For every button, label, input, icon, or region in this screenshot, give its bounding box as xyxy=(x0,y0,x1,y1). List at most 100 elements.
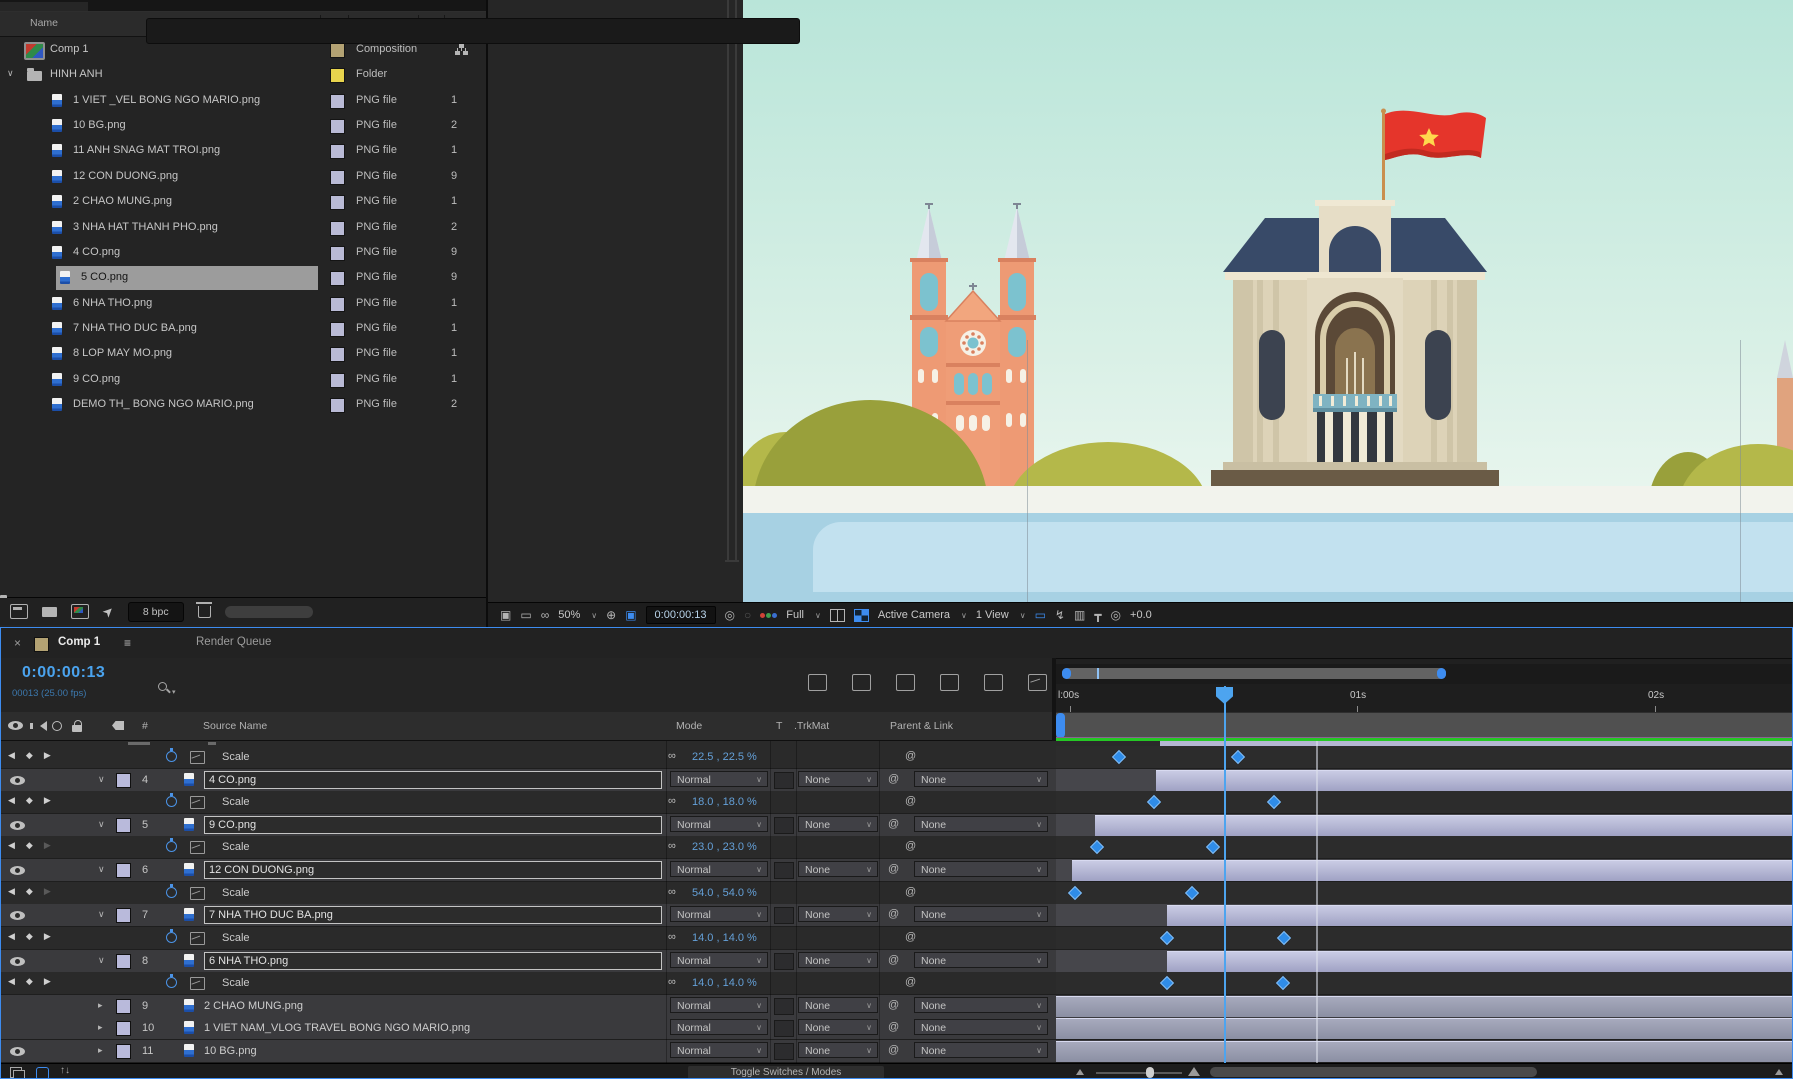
track-area[interactable] xyxy=(1056,791,1793,813)
expand-chevron[interactable]: ∨ xyxy=(98,819,105,830)
graph-icon[interactable] xyxy=(190,932,205,945)
trkmat-dropdown[interactable]: None∨ xyxy=(798,1019,878,1035)
link-icon[interactable]: ∞ xyxy=(668,840,676,852)
trkmat-dropdown[interactable]: None∨ xyxy=(798,952,878,968)
label-swatch[interactable] xyxy=(330,94,345,109)
visibility-toggle[interactable] xyxy=(10,776,25,785)
scroll-end-icon[interactable] xyxy=(1775,1069,1783,1075)
property-label[interactable]: Scale xyxy=(222,932,250,944)
visibility-toggle[interactable] xyxy=(10,1047,25,1056)
project-row[interactable]: 1 VIET _VEL BONG NGO MARIO.pngPNG file1 xyxy=(0,89,486,114)
shared-view-icon[interactable]: ▭ xyxy=(1035,608,1046,622)
region-of-interest-icon[interactable]: ▣ xyxy=(625,608,636,622)
layer-duration-bar[interactable] xyxy=(1156,770,1793,791)
work-area-bar[interactable] xyxy=(1056,712,1793,738)
layer-duration-bar[interactable] xyxy=(1056,1018,1793,1039)
stopwatch-icon[interactable] xyxy=(166,841,177,852)
bit-depth-button[interactable]: 8 bpc xyxy=(128,602,184,622)
project-row[interactable]: DEMO TH_ BONG NGO MARIO.pngPNG file2 xyxy=(0,393,486,418)
label-swatch[interactable] xyxy=(330,246,345,261)
label-swatch[interactable] xyxy=(330,144,345,159)
item-name[interactable]: 7 NHA THO DUC BA.png xyxy=(73,322,197,334)
trkmat-dropdown[interactable]: None∨ xyxy=(798,997,878,1013)
parent-pickwhip-icon[interactable]: @ xyxy=(888,954,899,966)
parent-dropdown[interactable]: None∨ xyxy=(914,952,1048,968)
layer-duration-bar[interactable] xyxy=(1056,996,1793,1017)
project-row[interactable]: 7 NHA THO DUC BA.pngPNG file1 xyxy=(0,317,486,342)
visibility-toggle[interactable] xyxy=(10,957,25,966)
parent-pickwhip-icon[interactable]: @ xyxy=(888,1021,899,1033)
column-trkmat[interactable]: .TrkMat xyxy=(794,720,829,732)
layer-color-swatch[interactable] xyxy=(116,999,131,1014)
viewer-timecode[interactable]: 0:00:00:13 xyxy=(646,606,716,624)
parent-dropdown[interactable]: None∨ xyxy=(914,997,1048,1013)
timeline-panel-icon[interactable]: ▥ xyxy=(1074,608,1085,622)
layer-name[interactable]: 1 VIET NAM_VLOG TRAVEL BONG NGO MARIO.pn… xyxy=(204,1022,656,1034)
trkmat-dropdown[interactable]: None∨ xyxy=(798,771,878,787)
label-swatch[interactable] xyxy=(330,68,345,83)
timeline-navigator-thumb[interactable] xyxy=(1062,668,1446,679)
resolution-dropdown[interactable]: Full xyxy=(786,609,804,621)
zoom-out-mountain-icon[interactable] xyxy=(1076,1069,1084,1075)
reset-exposure-icon[interactable]: ◎ xyxy=(1111,608,1121,622)
item-name[interactable]: 2 CHAO MUNG.png xyxy=(73,195,172,207)
scale-value[interactable]: 22.5 , 22.5 % xyxy=(692,751,757,763)
t-switch[interactable] xyxy=(774,862,794,879)
pickwhip-icon[interactable]: @ xyxy=(905,840,916,852)
item-name[interactable]: 8 LOP MAY MO.png xyxy=(73,347,172,359)
zoom-in-mountain-icon[interactable] xyxy=(1188,1067,1200,1076)
column-mode[interactable]: Mode xyxy=(676,720,702,732)
timeline-layer-row[interactable]: ∨44 CO.pngNormal∨None∨@None∨ xyxy=(0,769,1793,792)
parent-pickwhip-icon[interactable]: @ xyxy=(888,818,899,830)
trkmat-dropdown[interactable]: None∨ xyxy=(798,906,878,922)
layer-color-swatch[interactable] xyxy=(116,863,131,878)
pickwhip-icon[interactable]: @ xyxy=(905,931,916,943)
timeline-property-row[interactable]: ◀◆▶Scale∞23.0 , 23.0 %@ xyxy=(0,836,1793,859)
column-parent-link[interactable]: Parent & Link xyxy=(890,720,953,732)
frame-blending-icon[interactable] xyxy=(940,674,959,691)
blend-mode-dropdown[interactable]: Normal∨ xyxy=(670,816,768,832)
item-name[interactable]: HINH ANH xyxy=(50,68,103,80)
pickwhip-icon[interactable]: @ xyxy=(905,795,916,807)
t-switch[interactable] xyxy=(774,998,794,1015)
expand-chevron[interactable]: ∨ xyxy=(7,68,14,79)
composition-viewer[interactable] xyxy=(743,0,1793,602)
label-swatch[interactable] xyxy=(330,119,345,134)
blend-mode-dropdown[interactable]: Normal∨ xyxy=(670,1019,768,1035)
visibility-toggle[interactable] xyxy=(10,866,25,875)
scale-value[interactable]: 14.0 , 14.0 % xyxy=(692,932,757,944)
visibility-toggle[interactable] xyxy=(10,911,25,920)
lock-column-icon[interactable] xyxy=(72,725,82,732)
pan-target-icon[interactable]: ⊕ xyxy=(606,608,616,622)
pickwhip-icon[interactable]: @ xyxy=(905,886,916,898)
column-source-name[interactable]: Source Name xyxy=(203,720,267,732)
label-column-icon[interactable] xyxy=(112,721,124,730)
shy-layers-icon[interactable] xyxy=(896,674,915,691)
trkmat-dropdown[interactable]: None∨ xyxy=(798,1042,878,1058)
item-name[interactable]: 11 ANH SNAG MAT TROI.png xyxy=(73,144,220,156)
timeline-layer-row[interactable]: ∨86 NHA THO.pngNormal∨None∨@None∨ xyxy=(0,950,1793,973)
keyframe-navigator[interactable]: ◀◆▶ xyxy=(8,750,72,761)
column-name[interactable]: Name xyxy=(30,17,58,29)
blend-mode-dropdown[interactable]: Normal∨ xyxy=(670,771,768,787)
layer-name[interactable]: 6 NHA THO.png xyxy=(204,952,662,970)
layer-name[interactable]: 10 BG.png xyxy=(204,1045,656,1057)
track-area[interactable] xyxy=(1056,836,1793,858)
collapsed-chevron[interactable]: ▸ xyxy=(98,1022,103,1033)
link-icon[interactable]: ∞ xyxy=(668,931,676,943)
timeline-property-row[interactable]: ◀◆▶Scale∞14.0 , 14.0 %@ xyxy=(0,927,1793,950)
scale-value[interactable]: 18.0 , 18.0 % xyxy=(692,796,757,808)
t-switch[interactable] xyxy=(774,817,794,834)
item-name[interactable]: 10 BG.png xyxy=(73,119,126,131)
project-row[interactable]: 8 LOP MAY MO.pngPNG file1 xyxy=(0,342,486,367)
parent-dropdown[interactable]: None∨ xyxy=(914,861,1048,877)
project-row[interactable]: 4 CO.pngPNG file9 xyxy=(0,241,486,266)
label-swatch[interactable] xyxy=(330,195,345,210)
toggle-switches-modes-button[interactable]: Toggle Switches / Modes xyxy=(688,1066,884,1079)
magnification-dropdown[interactable]: 50% xyxy=(558,609,580,621)
project-row[interactable]: 9 CO.pngPNG file1 xyxy=(0,368,486,393)
snapshot-camera-icon[interactable]: ◎ xyxy=(725,608,735,622)
scale-value[interactable]: 14.0 , 14.0 % xyxy=(692,977,757,989)
column-number[interactable]: # xyxy=(142,720,148,732)
panel-menu-icon[interactable]: ≡ xyxy=(124,636,131,650)
